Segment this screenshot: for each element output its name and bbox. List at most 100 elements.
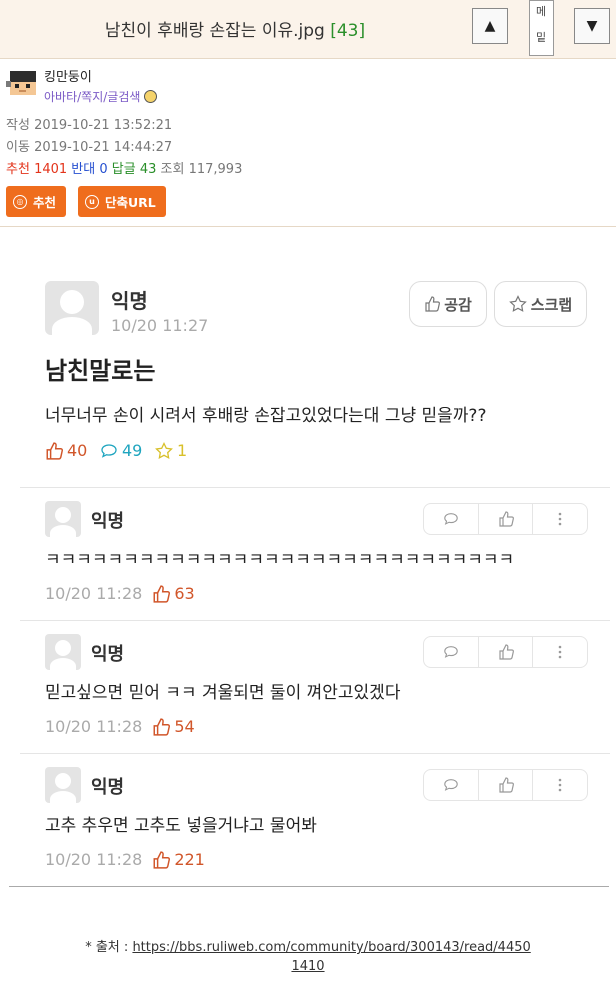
star-icon [155,441,173,459]
star-icon [508,295,527,312]
oppose-count: 0 [99,162,108,177]
comment-divider [20,620,610,621]
short-url-button-label: 단축URL [105,195,156,210]
view-count: 117,993 [188,162,243,177]
post-title-text: 남친이 후배랑 손잡는 이유.jpg [104,21,325,41]
reply-count: 43 [139,162,157,177]
comment-divider [20,753,610,754]
reply-icon[interactable] [424,770,479,800]
recommend-icon: ◎ [13,194,27,209]
up-arrow-icon: ▲ [484,18,496,34]
written-row: 작성 2019-10-21 13:52:21 [6,114,172,133]
author-links-text[interactable]: 아바타/쪽지/글검색 [44,90,140,104]
scrap-label: 스크랩 [530,295,573,314]
comment-avatar [45,501,81,537]
view-label: 조회 [160,162,185,177]
more-icon[interactable] [533,637,587,667]
source-link[interactable]: https://bbs.ruliweb.com/community/board/… [132,940,530,974]
reply-label: 답글 [111,162,136,177]
header-divider [0,226,616,227]
recommend-label: 추천 [6,162,30,177]
comment-text: 믿고싶으면 믿어 ㅋㅋ 겨울되면 둘이 껴안고있겠다 [45,683,401,703]
post-stars: 1 [155,441,187,460]
post-heading: 남친말로는 [45,357,156,385]
reply-icon[interactable] [424,504,479,534]
thumbs-up-icon [153,717,171,736]
comment-actions [423,769,588,801]
top-bar: 남친이 후배랑 손잡는 이유.jpg [43] ▲ 메 밑 ▼ [0,0,616,59]
menu-label-top: 메 [536,5,547,18]
page-title: 남친이 후배랑 손잡는 이유.jpg [43] [0,16,470,41]
author-name[interactable]: 킹만둥이 [44,66,92,85]
post-body: 너무너무 손이 시려서 후배랑 손잡고있었다는대 그냥 믿을까?? [45,406,487,426]
smile-icon [144,90,158,103]
recommend-button-label: 추천 [33,195,57,210]
source-citation: * 출처 : https://bbs.ruliweb.com/community… [0,938,616,976]
comment-text: ㅋㅋㅋㅋㅋㅋㅋㅋㅋㅋㅋㅋㅋㅋㅋㅋㅋㅋㅋㅋㅋㅋㅋㅋㅋㅋㅋㅋㅋㅋ [45,550,515,570]
more-icon[interactable] [533,504,587,534]
comment-like[interactable]: 54 [152,717,195,736]
next-post-button[interactable]: ▼ [574,8,610,44]
comment-like[interactable]: 63 [152,584,195,603]
menu-button[interactable]: 메 밑 [529,0,554,56]
image-bottom-border [9,886,609,887]
oppose-label: 반대 [71,162,96,177]
comment-actions [423,636,588,668]
comment-meta: 10/20 11:28 54 [45,717,195,736]
empathy-button[interactable]: 공감 [409,281,487,327]
comment-like-count: 63 [174,584,195,603]
source-label: * 출처 : [85,940,129,955]
post-like-count: 40 [67,441,88,460]
source-url-line2[interactable]: 1410 [291,959,324,974]
moved-date: 2019-10-21 14:44:27 [34,140,173,155]
menu-label-bottom: 밑 [536,31,547,44]
moved-row: 이동 2019-10-21 14:44:27 [6,136,172,155]
comment-time: 10/20 11:28 [45,850,143,869]
thumbs-up-icon [153,584,171,603]
comment-icon [101,443,117,458]
comment-like[interactable]: 221 [152,850,205,869]
comment-like-count: 54 [174,717,195,736]
written-date: 2019-10-21 13:52:21 [34,118,173,133]
more-icon[interactable] [533,770,587,800]
comment-count[interactable]: [43] [330,21,365,41]
scrap-button[interactable]: 스크랩 [494,281,587,327]
comment-author: 익명 [91,511,125,532]
post-likes: 40 [45,441,87,460]
written-label: 작성 [6,118,30,133]
post-author: 익명 [111,289,148,313]
source-url-line1[interactable]: https://bbs.ruliweb.com/community/board/… [132,940,530,955]
comment-text: 고추 추우면 고추도 넣을거냐고 물어봐 [45,816,317,836]
comment-author: 익명 [91,777,125,798]
link-icon: u [85,194,99,209]
post-divider [20,487,610,488]
thumbs-up-icon [153,850,171,869]
like-icon[interactable] [479,637,534,667]
post-avatar [45,281,99,335]
like-icon[interactable] [479,504,534,534]
thumbs-up-icon [46,441,63,460]
post-comments: 49 [100,441,142,460]
comment-avatar [45,767,81,803]
author-links[interactable]: 아바타/쪽지/글검색 [44,88,158,105]
post-comment-count: 49 [122,441,143,460]
empathy-label: 공감 [444,295,472,314]
comment-meta: 10/20 11:28 63 [45,584,195,603]
moved-label: 이동 [6,140,30,155]
like-icon[interactable] [479,770,534,800]
comment-actions [423,503,588,535]
prev-post-button[interactable]: ▲ [472,8,508,44]
stats-row: 추천 1401 반대 0 답글 43 조회 117,993 [6,158,242,177]
down-arrow-icon: ▼ [586,18,598,34]
post-star-count: 1 [177,441,188,460]
comment-meta: 10/20 11:28 221 [45,850,205,869]
comment-avatar [45,634,81,670]
author-avatar[interactable] [6,67,38,99]
recommend-button[interactable]: ◎ 추천 [6,186,67,217]
short-url-button[interactable]: u 단축URL [78,186,166,217]
comment-time: 10/20 11:28 [45,717,143,736]
comment-author: 익명 [91,644,125,665]
recommend-count: 1401 [34,162,68,177]
reply-icon[interactable] [424,637,479,667]
post-time: 10/20 11:27 [111,316,209,335]
